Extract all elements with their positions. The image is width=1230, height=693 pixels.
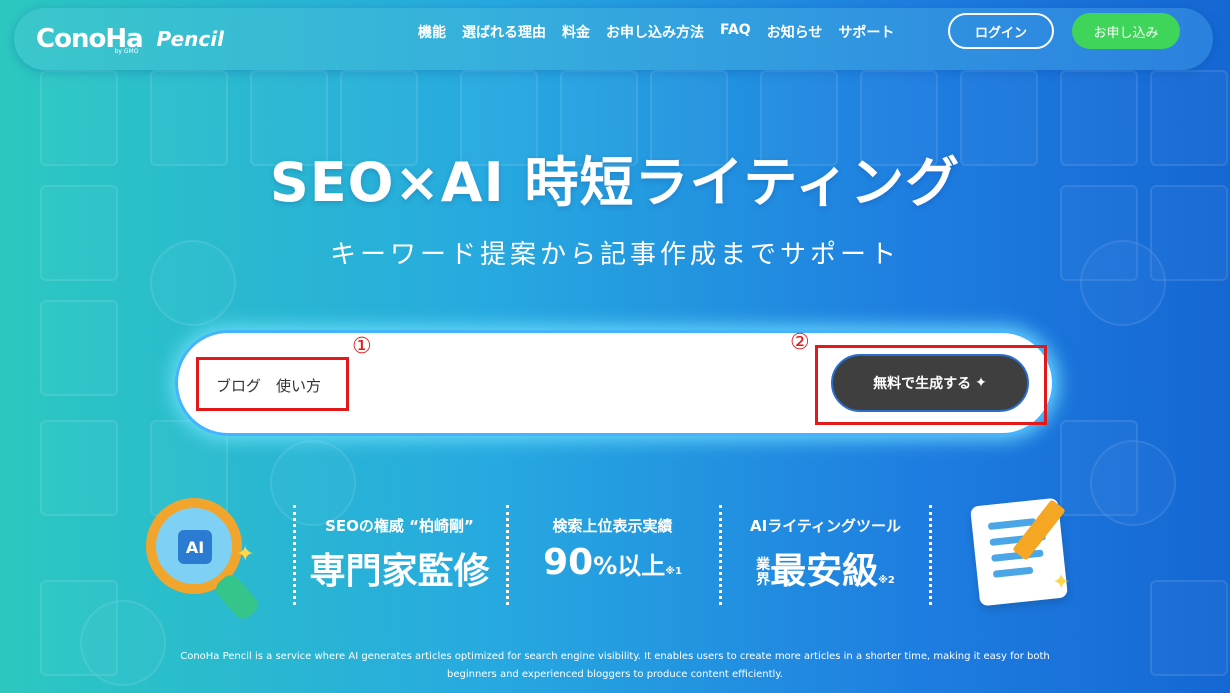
nav-item-how-to-apply[interactable]: お申し込み方法	[606, 22, 704, 42]
annotation-box-1	[196, 357, 349, 411]
stats-row: SEOの権威 “柏崎剛” 専門家監修 検索上位表示実績 90%以上※1 AIライ…	[293, 505, 932, 605]
stat-ranking: 検索上位表示実績 90%以上※1	[506, 505, 719, 605]
logo-sub-text: by GMO	[114, 48, 139, 55]
nav-item-reasons[interactable]: 選ばれる理由	[462, 22, 546, 42]
nav-item-news[interactable]: お知らせ	[767, 22, 823, 42]
stat-label: 検索上位表示実績	[552, 517, 673, 535]
product-name: Pencil	[156, 27, 224, 51]
annotation-box-2	[815, 345, 1047, 425]
stat-label: SEOの権威 “柏崎剛”	[325, 517, 474, 535]
main-nav: 機能 選ばれる理由 料金 お申し込み方法 FAQ お知らせ サポート	[418, 22, 910, 42]
sparkle-icon: ✦	[1052, 570, 1071, 595]
service-description: ConoHa Pencil is a service where AI gene…	[180, 651, 1050, 680]
apply-button[interactable]: お申し込み	[1072, 13, 1180, 49]
stat-value: 専門家監修	[309, 551, 490, 592]
nav-item-faq[interactable]: FAQ	[720, 22, 751, 42]
annotation-marker-2: ②	[790, 330, 810, 355]
hero-title: SEO×AI 時短ライティング	[269, 151, 961, 214]
sparkle-icon: ✦	[236, 542, 255, 567]
stat-value: 90%以上※1	[543, 542, 682, 583]
nav-item-pricing[interactable]: 料金	[562, 22, 590, 42]
login-button[interactable]: ログイン	[948, 13, 1054, 49]
stat-expert: SEOの権威 “柏崎剛” 専門家監修	[293, 505, 506, 605]
conoha-pencil-logo[interactable]: ConoHa by GMO Pencil	[36, 22, 224, 56]
stat-label: AIライティングツール	[750, 517, 901, 535]
nav-item-support[interactable]: サポート	[838, 22, 894, 42]
hero-subtitle: キーワード提案から記事作成までサポート	[329, 240, 900, 270]
nav-item-features[interactable]: 機能	[418, 22, 446, 42]
stat-price: AIライティングツール 業界最安級※2	[719, 505, 932, 605]
annotation-marker-1: ①	[352, 334, 372, 359]
stat-value: 業界最安級※2	[756, 551, 895, 592]
ai-badge: AI	[178, 530, 212, 564]
